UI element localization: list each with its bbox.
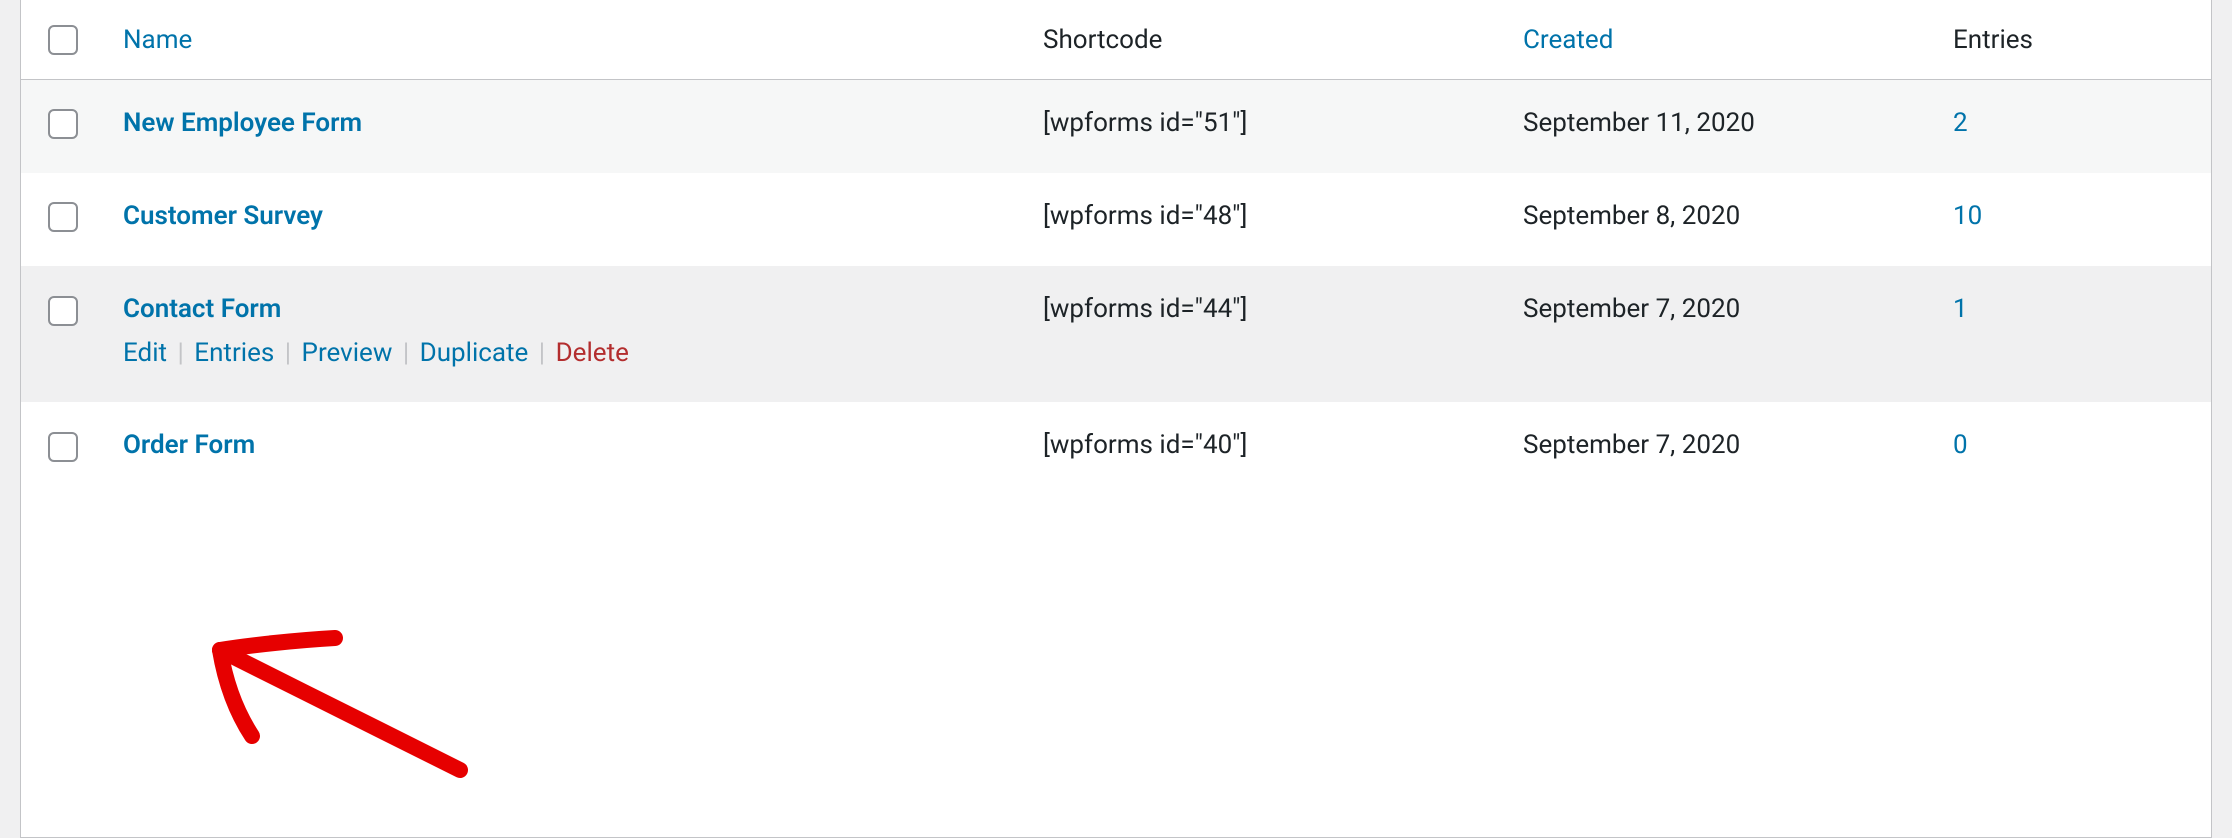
form-name-link[interactable]: Customer Survey <box>123 201 323 231</box>
separator: | <box>281 338 295 368</box>
shortcode-text: [wpforms id="44"] <box>1043 294 1247 324</box>
row-action-preview[interactable]: Preview <box>302 338 393 368</box>
entries-count-link[interactable]: 1 <box>1953 294 1968 324</box>
created-text: September 11, 2020 <box>1523 108 1755 138</box>
row-checkbox[interactable] <box>48 109 78 139</box>
column-header-shortcode: Shortcode <box>1025 0 1505 80</box>
table-row: Contact Form Edit | Entries | Preview | … <box>21 266 2211 402</box>
shortcode-text: [wpforms id="40"] <box>1043 430 1247 460</box>
row-checkbox[interactable] <box>48 296 78 326</box>
select-all-checkbox[interactable] <box>48 25 78 55</box>
row-action-duplicate[interactable]: Duplicate <box>420 338 529 368</box>
shortcode-text: [wpforms id="51"] <box>1043 108 1247 138</box>
created-text: September 8, 2020 <box>1523 201 1740 231</box>
row-checkbox[interactable] <box>48 432 78 462</box>
row-action-delete[interactable]: Delete <box>556 338 629 368</box>
separator: | <box>399 338 413 368</box>
row-actions: Edit | Entries | Preview | Duplicate | D… <box>123 338 1007 368</box>
table-row: Order Form [wpforms id="40"] September 7… <box>21 402 2211 495</box>
row-action-entries[interactable]: Entries <box>194 338 274 368</box>
form-name-link[interactable]: New Employee Form <box>123 108 362 138</box>
shortcode-text: [wpforms id="48"] <box>1043 201 1247 231</box>
row-action-edit[interactable]: Edit <box>123 338 167 368</box>
created-text: September 7, 2020 <box>1523 294 1740 324</box>
form-name-link[interactable]: Order Form <box>123 430 255 460</box>
column-header-created[interactable]: Created <box>1523 25 1613 55</box>
entries-count-link[interactable]: 2 <box>1953 108 1968 138</box>
forms-table: Name Shortcode Created Entries New Emplo… <box>21 0 2211 496</box>
created-text: September 7, 2020 <box>1523 430 1740 460</box>
separator: | <box>173 338 187 368</box>
row-checkbox[interactable] <box>48 202 78 232</box>
column-header-entries: Entries <box>1935 0 2211 80</box>
separator: | <box>535 338 549 368</box>
table-row: Customer Survey [wpforms id="48"] Septem… <box>21 173 2211 266</box>
column-header-name[interactable]: Name <box>123 25 192 55</box>
entries-count-link[interactable]: 0 <box>1953 430 1968 460</box>
entries-count-link[interactable]: 10 <box>1953 201 1982 231</box>
table-row: New Employee Form [wpforms id="51"] Sept… <box>21 80 2211 174</box>
form-name-link[interactable]: Contact Form <box>123 294 281 324</box>
